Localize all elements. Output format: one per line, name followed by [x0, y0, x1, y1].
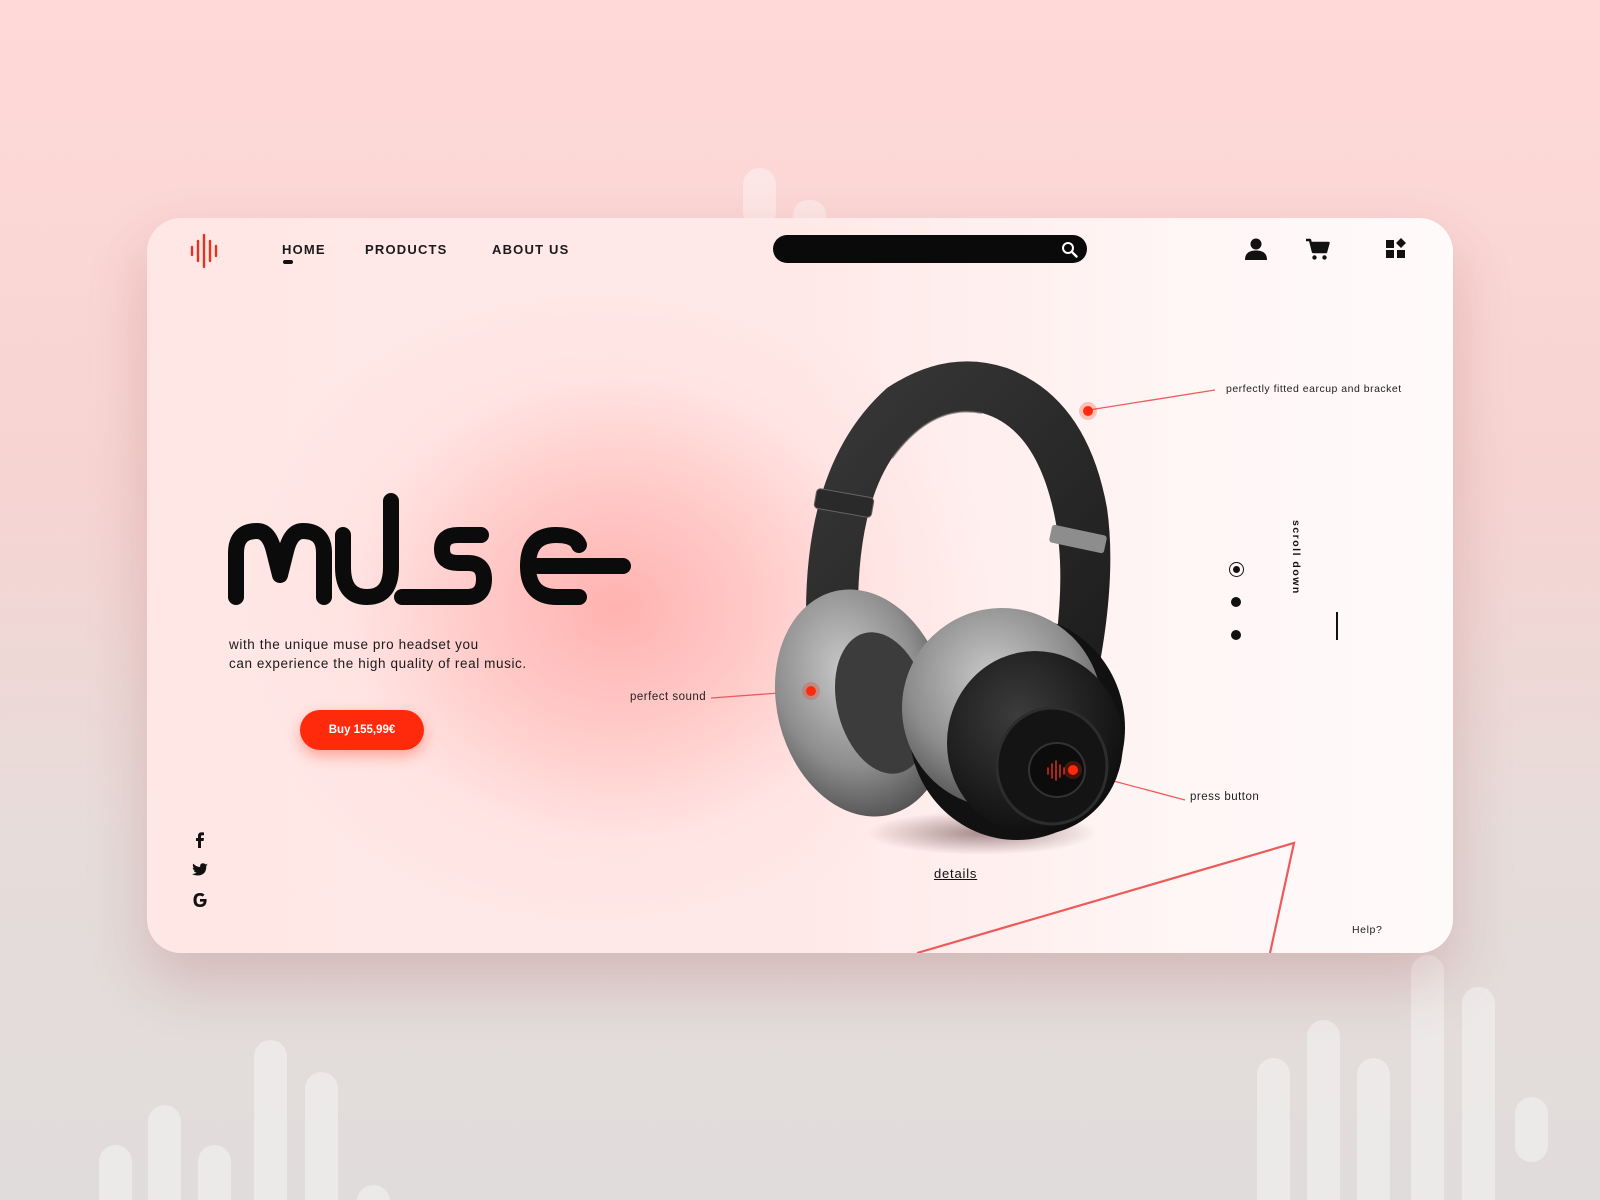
nav-active-indicator [283, 260, 293, 264]
apps-grid-icon[interactable] [1385, 237, 1407, 259]
background-bar [1307, 1020, 1340, 1200]
details-link[interactable]: details [934, 866, 977, 881]
user-icon[interactable] [1244, 237, 1268, 261]
scroll-down-label[interactable]: scroll down [1290, 520, 1302, 595]
hero-tagline: with the unique muse pro headset you can… [229, 635, 589, 673]
cart-icon[interactable] [1305, 237, 1330, 261]
facebook-icon[interactable] [191, 831, 209, 849]
pager-dot[interactable] [1231, 597, 1241, 607]
background-bar [1411, 955, 1444, 1200]
pager-dot[interactable] [1231, 630, 1241, 640]
background-bar [198, 1145, 231, 1200]
nav-home[interactable]: HOME [282, 242, 326, 257]
callout-perfect-sound: perfect sound [630, 691, 707, 703]
help-link[interactable]: Help? [1352, 924, 1382, 936]
tagline-line-1: with the unique muse pro headset you [229, 637, 479, 652]
background-bar [99, 1145, 132, 1200]
background-bar [357, 1185, 390, 1200]
muse-brand-logo [228, 493, 631, 605]
scroll-indicator-line [1336, 612, 1338, 640]
background-bar [148, 1105, 181, 1200]
google-icon[interactable] [191, 891, 209, 909]
nav-products[interactable]: PRODUCTS [365, 242, 448, 257]
sound-wave-logo-icon[interactable] [189, 233, 221, 269]
search-input[interactable] [773, 235, 1087, 263]
twitter-icon[interactable] [191, 861, 209, 879]
background-bar [305, 1072, 338, 1200]
pager-dot-active[interactable] [1229, 562, 1244, 577]
background-bar [1357, 1058, 1390, 1200]
callout-earcup-bracket: perfectly fitted earcup and bracket [1226, 383, 1402, 395]
background-bar [1462, 987, 1495, 1200]
background-bar [1515, 1097, 1548, 1162]
nav-about-us[interactable]: ABOUT US [492, 242, 570, 257]
buy-button[interactable]: Buy 155,99€ [300, 710, 424, 750]
landing-page-card: HOME PRODUCTS ABOUT US with the unique m… [147, 218, 1453, 953]
headphones-product-image [774, 361, 1125, 855]
background-bar [1257, 1058, 1290, 1200]
background-bar [254, 1040, 287, 1200]
callout-press-button: press button [1190, 791, 1260, 803]
search-icon[interactable] [1061, 241, 1078, 258]
tagline-line-2: can experience the high quality of real … [229, 656, 527, 671]
